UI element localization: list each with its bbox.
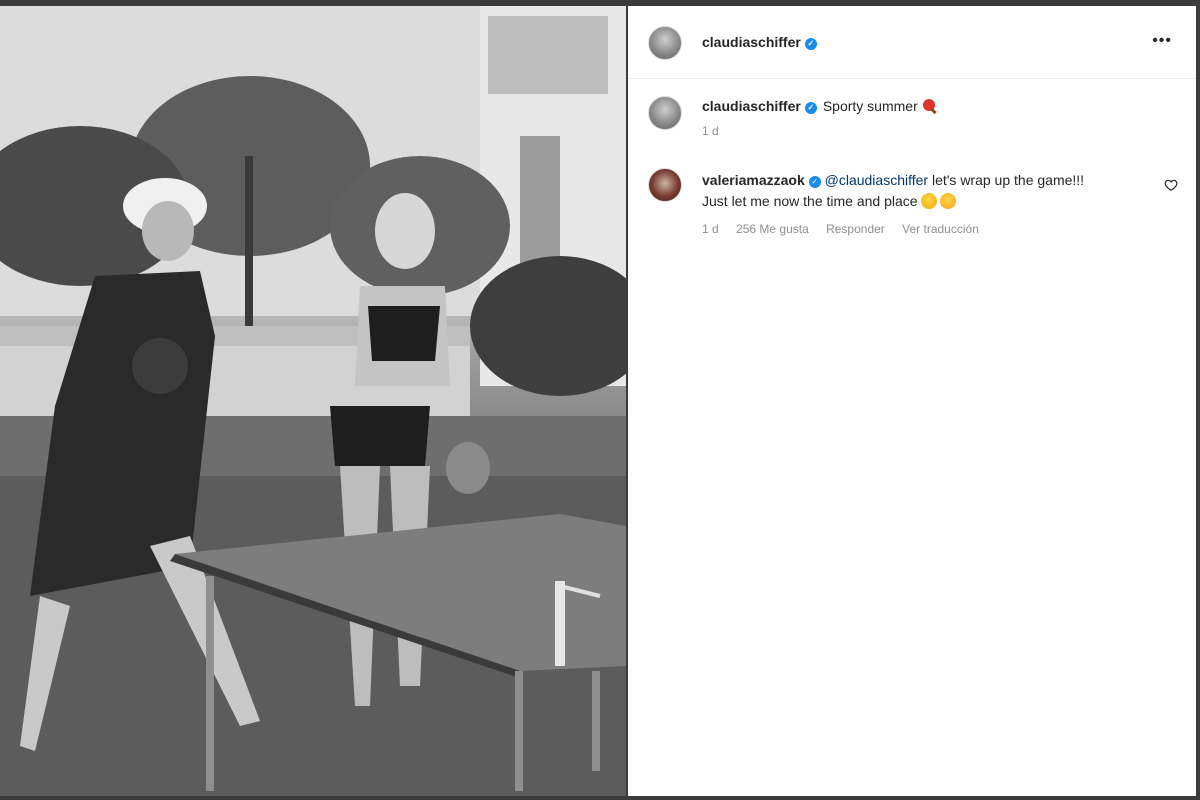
- verified-badge-icon: ✓: [804, 102, 817, 114]
- heart-icon[interactable]: [1164, 178, 1178, 192]
- ping-pong-paddle-icon: [922, 99, 937, 114]
- post-photo[interactable]: [0, 6, 626, 796]
- comment-likes[interactable]: 256 Me gusta: [736, 222, 809, 236]
- comment: valeriamazzaok ✓ @claudiaschiffer let's w…: [702, 170, 1152, 212]
- caption-text: Sporty summer: [822, 98, 918, 114]
- caption-username[interactable]: claudiaschiffer: [702, 98, 801, 114]
- post-side-panel: claudiaschiffer ✓ ••• claudiaschiffer ✓ Spo…: [628, 6, 1196, 796]
- comment-text-line2: Just let me now the time and place: [702, 193, 918, 209]
- verified-badge-icon: ✓: [808, 176, 821, 188]
- verified-badge-icon: ✓: [804, 38, 817, 50]
- comment-username[interactable]: valeriamazzaok: [702, 172, 805, 188]
- photo-illustration: [0, 6, 626, 796]
- more-options-icon[interactable]: •••: [1152, 32, 1172, 50]
- screenshot-frame: claudiaschiffer ✓ ••• claudiaschiffer ✓ Spo…: [0, 0, 1200, 800]
- author-username[interactable]: claudiaschiffer ✓: [702, 34, 817, 50]
- author-username-text[interactable]: claudiaschiffer: [702, 34, 801, 50]
- laughing-face-icon: [920, 193, 937, 209]
- comment-mention[interactable]: @claudiaschiffer: [825, 172, 928, 188]
- caption-line: claudiaschiffer ✓ Sporty summer: [702, 98, 938, 114]
- comment-text-line1: let's wrap up the game!!!: [931, 172, 1085, 188]
- post-header: claudiaschiffer ✓ •••: [628, 6, 1196, 79]
- caption-age: 1 d: [702, 124, 719, 138]
- see-translation-button[interactable]: Ver traducción: [902, 222, 979, 236]
- commenter-avatar[interactable]: [648, 168, 682, 202]
- caption-avatar[interactable]: [648, 96, 682, 130]
- caption-meta: 1 d: [702, 124, 733, 138]
- comment-age: 1 d: [702, 222, 719, 236]
- author-avatar[interactable]: [648, 26, 682, 60]
- yum-face-icon: [939, 193, 956, 209]
- comment-meta: 1 d 256 Me gusta Responder Ver traducció…: [702, 222, 993, 236]
- reply-button[interactable]: Responder: [826, 222, 885, 236]
